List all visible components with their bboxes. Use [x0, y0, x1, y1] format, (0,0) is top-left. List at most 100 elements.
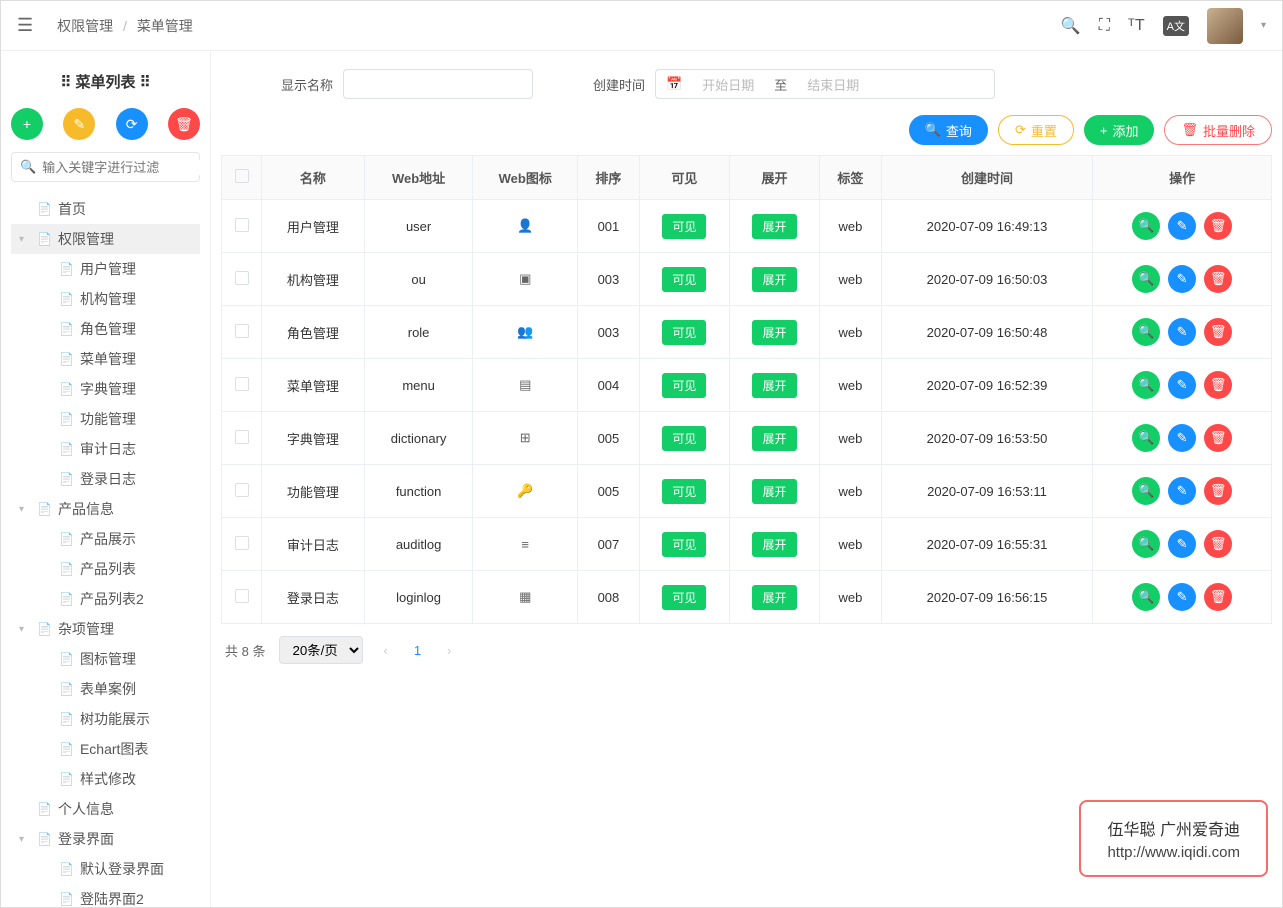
tree-item[interactable]: 📄样式修改	[11, 764, 200, 794]
view-button[interactable]: 🔍	[1132, 530, 1160, 558]
page-icon: 📄	[37, 202, 52, 216]
tree-item-label: Echart图表	[80, 739, 148, 759]
tree-item-label: 机构管理	[80, 289, 136, 309]
tree-item[interactable]: 📄功能管理	[11, 404, 200, 434]
row-checkbox[interactable]	[235, 589, 249, 603]
tree-item[interactable]: 📄菜单管理	[11, 344, 200, 374]
edit-button[interactable]: ✎	[63, 108, 95, 140]
visible-tag: 可见	[662, 585, 706, 610]
edit-button[interactable]: ✎	[1168, 530, 1196, 558]
tree-item[interactable]: 📄产品展示	[11, 524, 200, 554]
delete-button[interactable]: 🗑	[168, 108, 200, 140]
tree-item[interactable]: 📄树功能展示	[11, 704, 200, 734]
edit-button[interactable]: ✎	[1168, 371, 1196, 399]
trash-icon: 🗑	[1181, 122, 1198, 138]
tree-item[interactable]: 📄Echart图表	[11, 734, 200, 764]
refresh-button[interactable]: ⟳	[116, 108, 148, 140]
date-range-picker[interactable]: 📅 开始日期 至 结束日期	[655, 69, 995, 99]
view-button[interactable]: 🔍	[1132, 371, 1160, 399]
delete-button[interactable]: 🗑	[1204, 530, 1232, 558]
add-button[interactable]: +	[11, 108, 43, 140]
tree-item[interactable]: 📄图标管理	[11, 644, 200, 674]
tree-item[interactable]: ▾📄杂项管理	[11, 614, 200, 644]
page-number[interactable]: 1	[408, 643, 427, 658]
tree-item[interactable]: 📄字典管理	[11, 374, 200, 404]
tree-item[interactable]: 📄登录日志	[11, 464, 200, 494]
tree-item[interactable]: 📄角色管理	[11, 314, 200, 344]
edit-button[interactable]: ✎	[1168, 477, 1196, 505]
cell-order: 007	[578, 518, 640, 571]
tree-item[interactable]: 📄表单案例	[11, 674, 200, 704]
search-icon[interactable]: 🔍	[1061, 16, 1081, 36]
translate-icon[interactable]: A文	[1163, 16, 1189, 36]
tree-item[interactable]: 📄首页	[11, 194, 200, 224]
table-row: 角色管理role👥003可见展开web2020-07-09 16:50:48🔍✎…	[222, 306, 1272, 359]
next-page-button[interactable]: ›	[441, 643, 457, 658]
sidebar-search[interactable]: 🔍	[11, 152, 200, 182]
tree-item[interactable]: 📄产品列表2	[11, 584, 200, 614]
tree-item[interactable]: 📄登陆界面2	[11, 884, 200, 907]
delete-button[interactable]: 🗑	[1204, 477, 1232, 505]
tree-item-label: 产品展示	[80, 529, 136, 549]
fullscreen-icon[interactable]: ⛶	[1099, 17, 1110, 35]
select-all-checkbox[interactable]	[235, 169, 249, 183]
delete-button[interactable]: 🗑	[1204, 265, 1232, 293]
font-size-icon[interactable]: ᵀT	[1128, 17, 1145, 35]
row-checkbox[interactable]	[235, 324, 249, 338]
filter-name-input[interactable]	[343, 69, 533, 99]
table-row: 机构管理ou▣003可见展开web2020-07-09 16:50:03🔍✎🗑	[222, 253, 1272, 306]
delete-button[interactable]: 🗑	[1204, 371, 1232, 399]
view-button[interactable]: 🔍	[1132, 265, 1160, 293]
view-button[interactable]: 🔍	[1132, 424, 1160, 452]
tree-item[interactable]: 📄机构管理	[11, 284, 200, 314]
view-button[interactable]: 🔍	[1132, 318, 1160, 346]
cell-name: 功能管理	[262, 465, 365, 518]
reset-button[interactable]: ⟳重置	[998, 115, 1074, 145]
delete-button[interactable]: 🗑	[1204, 583, 1232, 611]
page-size-select[interactable]: 20条/页	[279, 636, 363, 664]
menu-toggle-icon[interactable]: ☰	[17, 15, 33, 36]
prev-page-button[interactable]: ‹	[377, 643, 393, 658]
tree-item-label: 审计日志	[80, 439, 136, 459]
tree-item[interactable]: 📄产品列表	[11, 554, 200, 584]
cell-order: 004	[578, 359, 640, 412]
tree-item-label: 树功能展示	[80, 709, 150, 729]
cell-url: loginlog	[364, 571, 473, 624]
tree-item[interactable]: ▾📄登录界面	[11, 824, 200, 854]
sidebar-search-input[interactable]	[42, 160, 211, 175]
edit-button[interactable]: ✎	[1168, 265, 1196, 293]
breadcrumb-item[interactable]: 权限管理	[57, 18, 113, 34]
row-checkbox[interactable]	[235, 430, 249, 444]
tree-item[interactable]: 📄用户管理	[11, 254, 200, 284]
breadcrumb-item[interactable]: 菜单管理	[137, 18, 193, 34]
chevron-down-icon[interactable]: ▾	[1261, 20, 1266, 31]
edit-button[interactable]: ✎	[1168, 583, 1196, 611]
avatar[interactable]	[1207, 8, 1243, 44]
batch-delete-button[interactable]: 🗑批量删除	[1164, 115, 1272, 145]
grid-icon: ⠿	[140, 74, 151, 91]
edit-button[interactable]: ✎	[1168, 212, 1196, 240]
view-button[interactable]: 🔍	[1132, 212, 1160, 240]
view-button[interactable]: 🔍	[1132, 477, 1160, 505]
add-button[interactable]: +添加	[1084, 115, 1155, 145]
row-checkbox[interactable]	[235, 377, 249, 391]
expand-tag: 展开	[752, 532, 796, 557]
cell-icon: 🔑	[473, 465, 578, 518]
query-button[interactable]: 🔍查询	[909, 115, 988, 145]
tree-item[interactable]: ▾📄权限管理	[11, 224, 200, 254]
breadcrumb-separator: /	[123, 18, 127, 34]
delete-button[interactable]: 🗑	[1204, 424, 1232, 452]
delete-button[interactable]: 🗑	[1204, 318, 1232, 346]
edit-button[interactable]: ✎	[1168, 424, 1196, 452]
view-button[interactable]: 🔍	[1132, 583, 1160, 611]
row-checkbox[interactable]	[235, 483, 249, 497]
edit-button[interactable]: ✎	[1168, 318, 1196, 346]
tree-item[interactable]: 📄默认登录界面	[11, 854, 200, 884]
tree-item[interactable]: 📄个人信息	[11, 794, 200, 824]
delete-button[interactable]: 🗑	[1204, 212, 1232, 240]
row-checkbox[interactable]	[235, 536, 249, 550]
row-checkbox[interactable]	[235, 271, 249, 285]
tree-item[interactable]: ▾📄产品信息	[11, 494, 200, 524]
tree-item[interactable]: 📄审计日志	[11, 434, 200, 464]
row-checkbox[interactable]	[235, 218, 249, 232]
